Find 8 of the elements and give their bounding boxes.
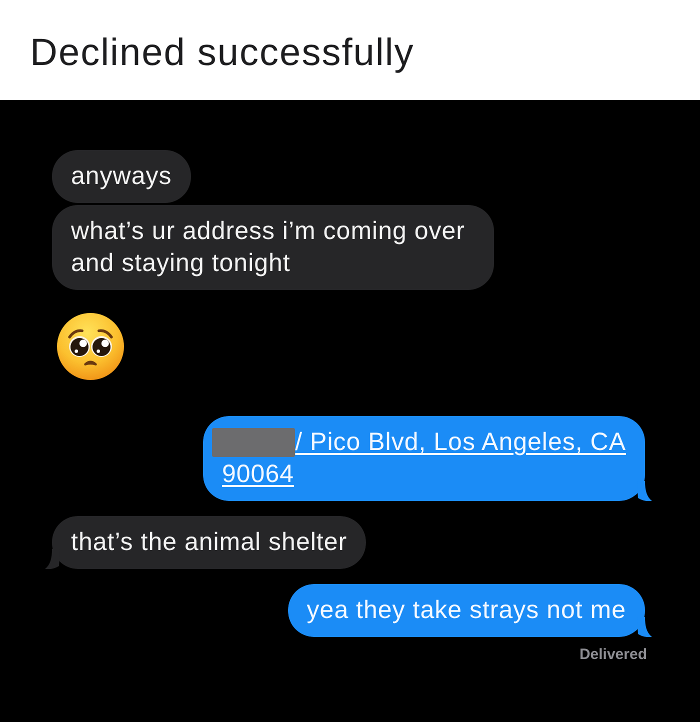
message-text: anyways (71, 161, 172, 192)
address-link[interactable]: / Pico Blvd, Los Angeles, CA (295, 426, 626, 458)
post-title: Declined successfully (30, 32, 414, 74)
message-text: what’s ur address i’m coming over and staying tonight (71, 216, 466, 279)
message-text: yea they take strays not me (306, 595, 626, 626)
delivery-status: Delivered (579, 646, 647, 663)
message-text: that’s the animal shelter (71, 527, 348, 558)
address-link[interactable]: 90064 (222, 458, 626, 490)
